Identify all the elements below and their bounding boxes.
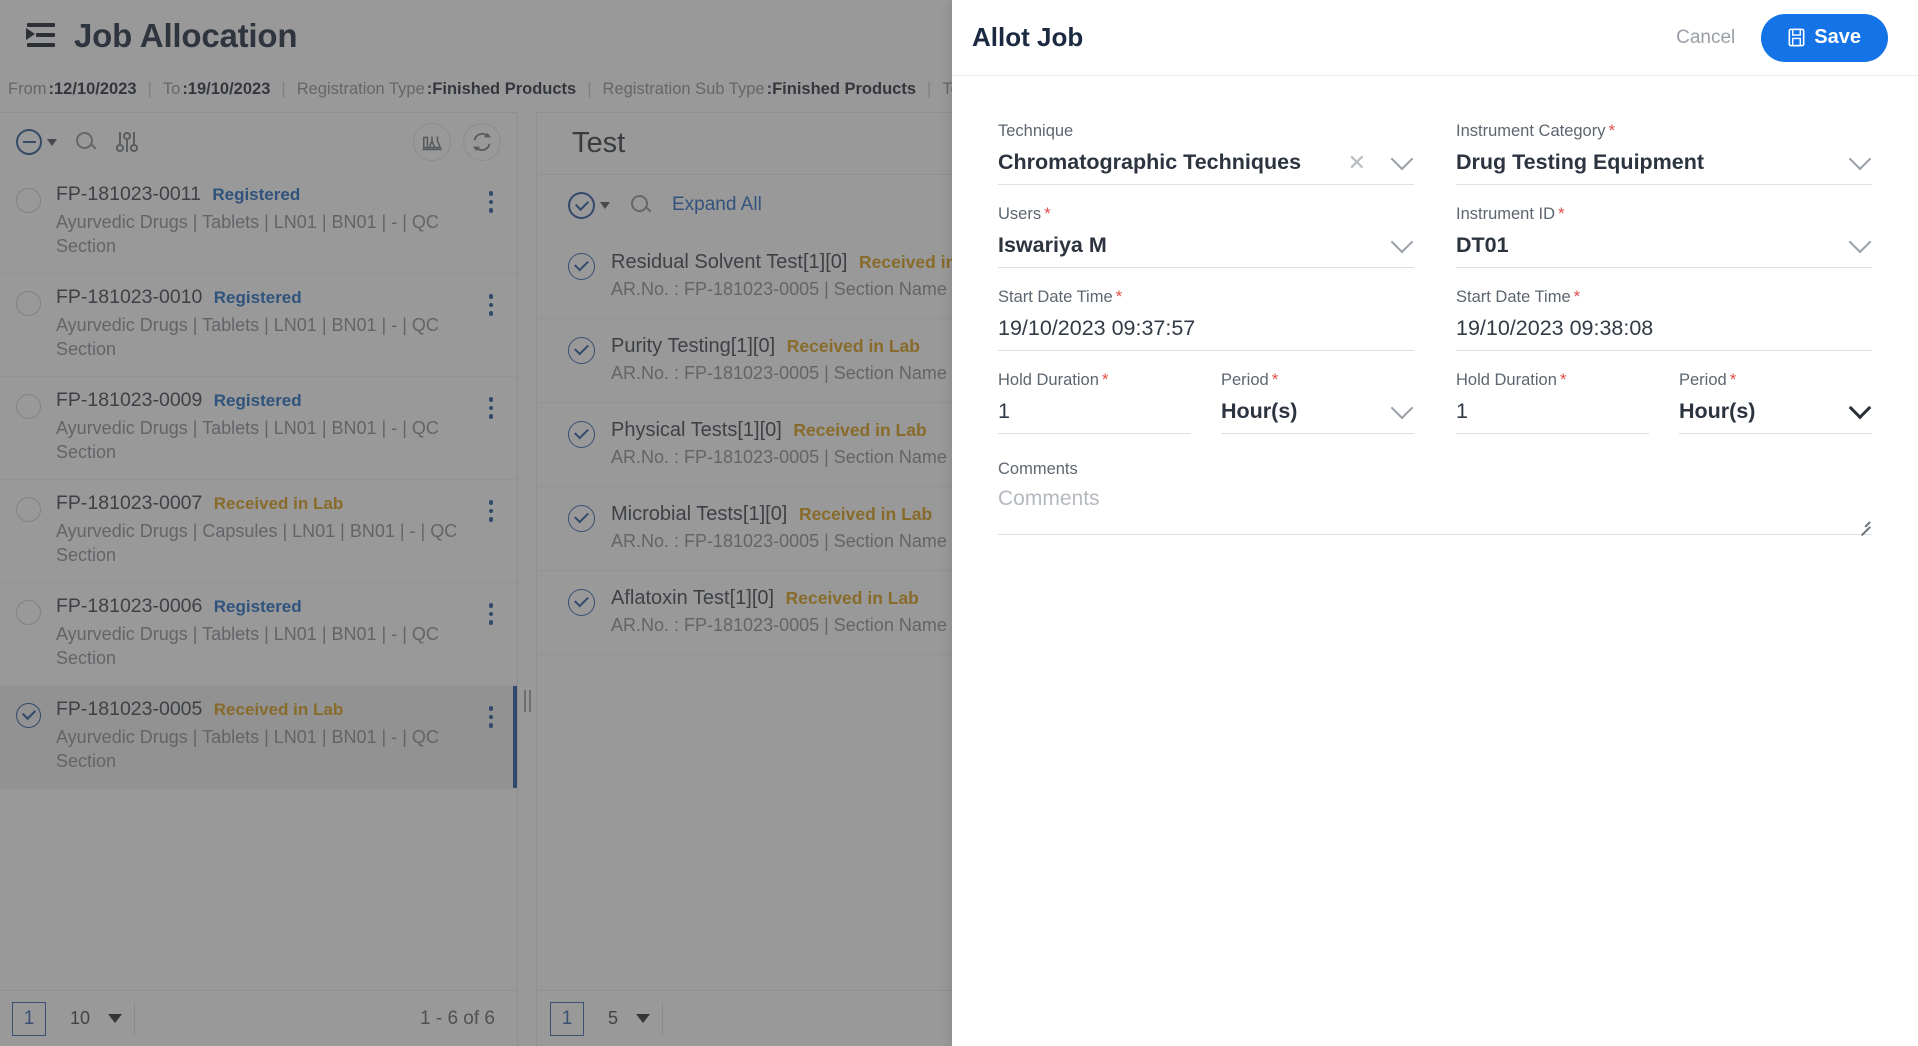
required-asterisk: *	[1044, 204, 1051, 223]
field-hold-duration-right: Hold Duration * 1	[1456, 351, 1649, 434]
start-date-time-value: 19/10/2023 09:38:08	[1456, 316, 1654, 340]
start-date-time-input[interactable]: 19/10/2023 09:38:08	[1456, 307, 1872, 351]
users-select[interactable]: Iswariya M	[998, 224, 1414, 268]
required-asterisk: *	[1559, 370, 1567, 389]
field-label: Instrument Category *	[1456, 122, 1872, 141]
instrument-id-select[interactable]: DT01	[1456, 224, 1872, 268]
hold-duration-label: Hold Duration	[998, 371, 1099, 389]
period-label: Period	[1221, 371, 1269, 389]
modal-title: Allot Job	[972, 22, 1084, 52]
modal-header: Allot Job Cancel Save	[952, 0, 1918, 76]
start-date-time-label: Start Date Time	[1456, 288, 1571, 306]
start-date-time-label: Start Date Time	[998, 288, 1113, 306]
instrument-category-value: Drug Testing Equipment	[1456, 150, 1705, 174]
comments-textarea[interactable]: Comments	[998, 479, 1872, 537]
save-button-label: Save	[1814, 26, 1861, 48]
field-period-right: Period * Hour(s)	[1679, 351, 1872, 434]
chevron-down-icon	[1848, 147, 1872, 170]
allot-job-form: Technique Chromatographic Techniques ✕ U…	[998, 102, 1872, 479]
period-select[interactable]: Hour(s)	[1679, 390, 1872, 434]
start-date-time-value: 19/10/2023 09:37:57	[998, 316, 1196, 340]
period-value: Hour(s)	[1679, 399, 1756, 423]
technique-select[interactable]: Chromatographic Techniques ✕	[998, 141, 1414, 185]
field-label: Period *	[1679, 371, 1872, 390]
field-label: Start Date Time *	[1456, 288, 1872, 307]
allot-job-panel: Allot Job Cancel Save Technique Chromato…	[952, 0, 1918, 1046]
hold-period-group-right: Hold Duration * 1 Period * Hour(s)	[1456, 351, 1872, 434]
hold-duration-input[interactable]: 1	[998, 390, 1191, 434]
comments-label: Comments	[998, 460, 1078, 478]
hold-duration-label: Hold Duration	[1456, 371, 1557, 389]
field-label: Instrument ID *	[1456, 205, 1872, 224]
field-instrument-category: Instrument Category * Drug Testing Equip…	[1456, 102, 1872, 185]
hold-period-group-left: Hold Duration * 1 Period * Hour(s)	[998, 351, 1414, 434]
modal-body: Technique Chromatographic Techniques ✕ U…	[952, 76, 1918, 537]
field-label: Hold Duration *	[1456, 371, 1649, 390]
field-instrument-id: Instrument ID * DT01	[1456, 185, 1872, 268]
users-value: Iswariya M	[998, 233, 1107, 257]
required-asterisk: *	[1573, 287, 1581, 306]
field-start-date-time-right: Start Date Time * 19/10/2023 09:38:08	[1456, 268, 1872, 351]
period-label: Period	[1679, 371, 1727, 389]
required-asterisk: *	[1101, 370, 1109, 389]
field-technique: Technique Chromatographic Techniques ✕	[998, 102, 1414, 185]
save-disk-icon	[1788, 28, 1805, 47]
modal-backdrop-overlay[interactable]	[0, 0, 952, 1046]
field-label: Start Date Time *	[998, 288, 1414, 307]
required-asterisk: *	[1608, 121, 1616, 140]
close-x-icon[interactable]: ✕	[1348, 151, 1366, 174]
field-hold-duration-left: Hold Duration * 1	[998, 351, 1191, 434]
chevron-down-icon	[1390, 230, 1414, 253]
field-label: Period *	[1221, 371, 1414, 390]
instrument-category-select[interactable]: Drug Testing Equipment	[1456, 141, 1872, 185]
instrument-id-value: DT01	[1456, 233, 1509, 257]
users-label: Users	[998, 205, 1042, 223]
required-asterisk: *	[1558, 204, 1565, 223]
hold-duration-value: 1	[998, 399, 1010, 423]
instrument-id-label: Instrument ID	[1456, 205, 1556, 223]
field-period-left: Period * Hour(s)	[1221, 351, 1414, 434]
cancel-button[interactable]: Cancel	[1676, 27, 1735, 49]
resize-grip-icon[interactable]	[1858, 519, 1871, 537]
chevron-down-icon	[1390, 147, 1414, 170]
form-column-left: Technique Chromatographic Techniques ✕ U…	[998, 102, 1414, 479]
period-select[interactable]: Hour(s)	[1221, 390, 1414, 434]
field-label: Users *	[998, 205, 1414, 224]
technique-label: Technique	[998, 122, 1074, 140]
required-asterisk: *	[1115, 287, 1123, 306]
required-asterisk: *	[1729, 370, 1737, 389]
field-label: Comments	[998, 460, 1414, 479]
field-start-date-time-left: Start Date Time * 19/10/2023 09:37:57	[998, 268, 1414, 351]
field-label: Hold Duration *	[998, 371, 1191, 390]
field-users: Users * Iswariya M	[998, 185, 1414, 268]
chevron-down-icon	[1390, 396, 1414, 419]
period-value: Hour(s)	[1221, 399, 1298, 423]
field-label: Technique	[998, 122, 1414, 141]
field-comments: Comments	[998, 434, 1414, 479]
hold-duration-value: 1	[1456, 399, 1468, 423]
form-column-right: Instrument Category * Drug Testing Equip…	[1456, 102, 1872, 479]
hold-duration-input[interactable]: 1	[1456, 390, 1649, 434]
save-button[interactable]: Save	[1761, 13, 1888, 62]
comments-placeholder: Comments	[998, 487, 1100, 510]
instrument-category-label: Instrument Category	[1456, 122, 1606, 140]
chevron-down-icon	[1848, 396, 1872, 419]
technique-value: Chromatographic Techniques	[998, 150, 1302, 174]
chevron-down-icon	[1848, 230, 1872, 253]
required-asterisk: *	[1271, 370, 1279, 389]
start-date-time-input[interactable]: 19/10/2023 09:37:57	[998, 307, 1414, 351]
